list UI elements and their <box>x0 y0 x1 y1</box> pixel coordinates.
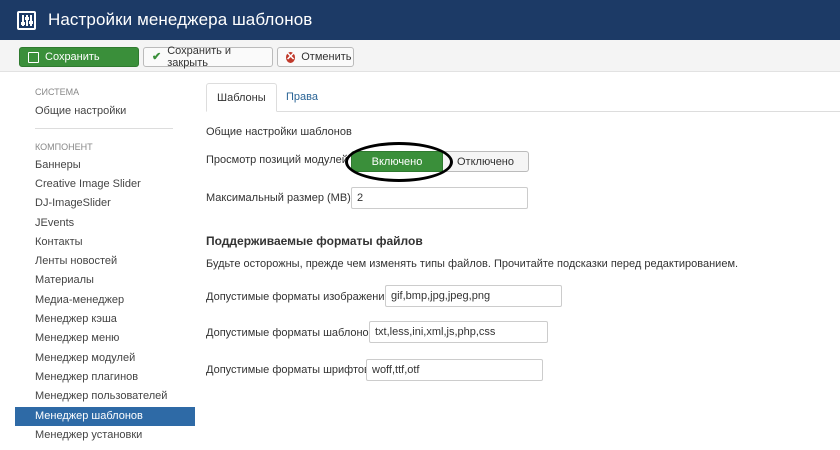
sidebar-item-creative-image-slider[interactable]: Creative Image Slider <box>35 175 141 194</box>
sidebar-heading-system: СИСТЕМА <box>35 87 80 97</box>
sidebar-item-user-manager[interactable]: Менеджер пользователей <box>35 387 167 406</box>
template-formats-input[interactable]: txt,less,ini,xml,js,php,css <box>369 321 548 343</box>
sidebar-item-banners[interactable]: Баннеры <box>35 156 81 175</box>
module-positions-label: Просмотр позиций модулей <box>206 154 348 166</box>
font-formats-label: Допустимые форматы шрифтов <box>206 364 370 376</box>
template-formats-label: Допустимые форматы шаблонов <box>206 327 375 339</box>
sidebar: СИСТЕМА Общие настройки КОМПОНЕНТ Баннер… <box>0 72 200 450</box>
sidebar-item-module-manager[interactable]: Менеджер модулей <box>35 349 135 368</box>
sidebar-item-installer[interactable]: Менеджер установки <box>35 426 142 445</box>
sidebar-item-plugin-manager[interactable]: Менеджер плагинов <box>35 368 138 387</box>
edit-icon <box>28 51 39 63</box>
page-title: Настройки менеджера шаблонов <box>48 10 313 29</box>
sidebar-item-template-manager[interactable]: Менеджер шаблонов <box>15 407 195 426</box>
sidebar-item-contacts[interactable]: Контакты <box>35 233 83 252</box>
tab-templates[interactable]: Шаблоны <box>206 83 277 112</box>
module-positions-toggle: Включено Отключено <box>351 151 529 172</box>
cancel-icon: ✕ <box>286 50 296 63</box>
sidebar-item-cache-manager[interactable]: Менеджер кэша <box>35 310 117 329</box>
sidebar-divider <box>35 128 173 129</box>
sidebar-item-dj-imageslider[interactable]: DJ-ImageSlider <box>35 194 111 213</box>
sidebar-heading-component: КОМПОНЕНТ <box>35 142 93 152</box>
cancel-button-label: Отменить <box>301 51 352 63</box>
general-settings-heading: Общие настройки шаблонов <box>206 126 352 138</box>
sidebar-item-media-manager[interactable]: Медиа-менеджер <box>35 291 124 310</box>
formats-heading: Поддерживаемые форматы файлов <box>206 234 423 248</box>
sidebar-item-articles[interactable]: Материалы <box>35 271 94 290</box>
tab-permissions[interactable]: Права <box>276 83 328 112</box>
tab-bar: Шаблоны Права <box>206 83 840 112</box>
settings-sliders-icon <box>17 10 36 30</box>
toolbar: Сохранить ✔ Сохранить и закрыть ✕ Отмени… <box>0 40 840 72</box>
sidebar-item-general-settings[interactable]: Общие настройки <box>35 102 126 121</box>
max-size-label: Максимальный размер (MB) <box>206 192 351 204</box>
sidebar-item-newsfeeds[interactable]: Ленты новостей <box>35 252 117 271</box>
check-icon: ✔ <box>152 50 162 63</box>
toggle-enabled-button[interactable]: Включено <box>351 151 443 172</box>
app-header: Настройки менеджера шаблонов <box>0 0 840 40</box>
image-formats-input[interactable]: gif,bmp,jpg,jpeg,png <box>385 285 562 307</box>
save-and-close-button[interactable]: ✔ Сохранить и закрыть <box>143 45 273 69</box>
save-button[interactable]: Сохранить <box>19 47 139 67</box>
max-size-input[interactable]: 2 <box>351 187 528 209</box>
formats-warning-text: Будьте осторожны, прежде чем изменять ти… <box>206 258 739 270</box>
font-formats-input[interactable]: woff,ttf,otf <box>366 359 543 381</box>
image-formats-label: Допустимые форматы изображений <box>206 291 391 303</box>
sidebar-item-jevents[interactable]: JEvents <box>35 214 74 233</box>
save-button-label: Сохранить <box>45 51 100 63</box>
cancel-button[interactable]: ✕ Отменить <box>277 47 354 67</box>
sidebar-item-menu-manager[interactable]: Менеджер меню <box>35 329 119 348</box>
save-and-close-label: Сохранить и закрыть <box>167 45 232 69</box>
toggle-disabled-button[interactable]: Отключено <box>443 151 529 172</box>
